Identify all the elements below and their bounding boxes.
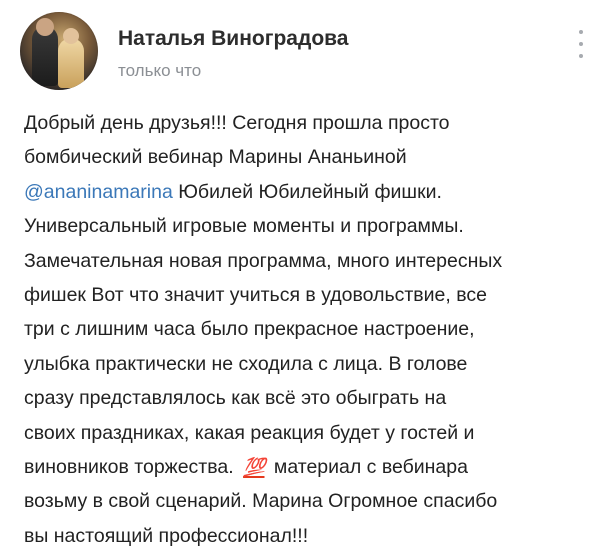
post-card: Наталья Виноградова только что Добрый де… xyxy=(0,0,616,552)
post-body-text: Добрый день друзья!!! Сегодня прошла про… xyxy=(24,106,604,552)
avatar-figure xyxy=(58,28,84,88)
post-text-fragment: Юбилей Юбилейный фишки. xyxy=(172,180,442,203)
post-timestamp[interactable]: только что xyxy=(118,61,201,81)
post-text-line: своих праздниках, какая реакция будет у … xyxy=(24,421,475,444)
dot-icon xyxy=(579,42,583,46)
mention-link[interactable]: @ananinamarina xyxy=(24,181,173,203)
post-text-line: сразу представлялось как всё это обыграт… xyxy=(24,387,447,410)
author-avatar[interactable] xyxy=(20,12,98,90)
dot-icon xyxy=(579,54,583,58)
more-options-icon[interactable] xyxy=(574,30,588,58)
post-text-line: Универсальный игровые моменты и программ… xyxy=(24,215,464,238)
post-text-line: фишек Вот что значит учиться в удовольст… xyxy=(24,284,487,307)
post-text-line: Добрый день друзья!!! Сегодня прошла про… xyxy=(24,112,450,134)
post-text-line: виновников торжества. 💯 материал с вебин… xyxy=(24,450,604,484)
post-text-fragment: виновников торжества. xyxy=(24,456,234,479)
dot-icon xyxy=(579,30,583,34)
post-text-line: возьму в свой сценарий. Марина Огромное … xyxy=(24,490,498,513)
post-text-line: три с лишним часа было прекрасное настро… xyxy=(24,318,475,341)
hundred-points-emoji-icon: 💯 xyxy=(243,457,265,478)
avatar-figure xyxy=(32,18,58,86)
post-text-line: бомбический вебинар Марины Ананьиной xyxy=(24,146,407,169)
post-text-line: @ananinamarina Юбилей Юбилейный фишки. xyxy=(24,175,604,209)
post-text-fragment: материал с вебинара xyxy=(273,456,468,479)
post-text-line: улыбка практически не сходила с лица. В … xyxy=(24,352,468,375)
post-header: Наталья Виноградова только что xyxy=(20,12,600,92)
author-name[interactable]: Наталья Виноградова xyxy=(118,27,348,51)
post-text-line: Замечательная новая программа, много инт… xyxy=(24,249,503,272)
post-text-line: вы настоящий профессионал!!! xyxy=(24,524,309,547)
